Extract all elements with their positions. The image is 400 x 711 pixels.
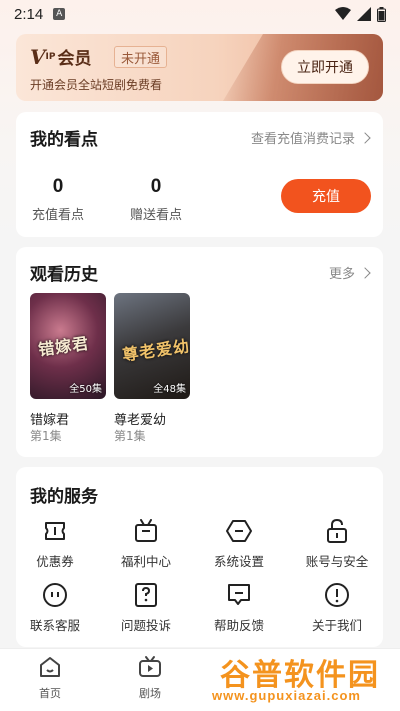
service-welfare[interactable]: 福利中心 (101, 517, 191, 570)
service-settings[interactable]: 系统设置 (194, 517, 284, 570)
points-title: 我的看点 (30, 130, 98, 150)
service-about-us[interactable]: 关于我们 (292, 581, 382, 634)
services-card: 我的服务 优惠券 福利中心 系统设置 账号与安全 联系客服 问题投诉 帮助反馈 … (16, 467, 383, 647)
battery-icon (377, 6, 386, 22)
watermark-url: www.gupuxiazai.com (212, 688, 361, 703)
notification-badge: A (53, 8, 66, 20)
tab-label: 首页 (39, 687, 61, 700)
history-title: 观看历史 (30, 265, 98, 285)
service-label: 帮助反馈 (213, 618, 264, 633)
vip-logo-ip: IP (45, 51, 56, 62)
vip-subtitle: 开通会员全站短剧免费看 (30, 78, 163, 92)
gift-box-icon (132, 517, 160, 545)
status-time: 2:14 (14, 5, 44, 23)
points-card: 我的看点 查看充值消费记录 0 充值看点 0 赠送看点 充值 (16, 112, 383, 237)
recharge-history-label: 查看充值消费记录 (250, 132, 355, 147)
poster-title: 尊老爱幼 (121, 336, 190, 365)
vip-logo-text: 会员 (57, 49, 92, 69)
history-show-name[interactable]: 尊老爱幼 (114, 409, 166, 428)
gift-points-value: 0 (150, 176, 162, 197)
lock-icon (323, 517, 351, 545)
vip-membership-card[interactable]: V IP 会员 未开通 开通会员全站短剧免费看 立即开通 (16, 34, 383, 101)
service-complaint[interactable]: 问题投诉 (101, 581, 191, 634)
watermark-overlay: 谷普软件园 www.gupuxiazai.com (206, 648, 400, 711)
service-label: 系统设置 (213, 554, 264, 569)
service-account-security[interactable]: 账号与安全 (292, 517, 382, 570)
history-show-progress: 第1集 (114, 429, 146, 443)
info-icon (323, 581, 351, 609)
episode-count: 全50集 (69, 384, 102, 395)
signal-icon (357, 7, 371, 21)
poster-title: 错嫁君 (37, 333, 91, 360)
feedback-icon (225, 581, 253, 609)
service-label: 账号与安全 (305, 554, 369, 569)
service-label: 问题投诉 (120, 618, 171, 633)
services-title: 我的服务 (30, 487, 98, 507)
tv-icon (139, 656, 161, 677)
service-feedback[interactable]: 帮助反馈 (194, 581, 284, 634)
gift-points: 0 赠送看点 (128, 176, 184, 223)
question-icon (132, 581, 160, 609)
chat-icon (41, 581, 69, 609)
history-poster[interactable]: 尊老爱幼 全48集 (114, 293, 190, 399)
status-icons (335, 6, 386, 22)
watch-history-card: 观看历史 更多 错嫁君 全50集 错嫁君 第1集 尊老爱幼 全48集 尊老爱幼 … (16, 247, 383, 457)
vip-logo: V IP 会员 (30, 44, 92, 70)
service-label: 福利中心 (120, 554, 171, 569)
gift-points-label: 赠送看点 (129, 208, 182, 223)
service-label: 优惠券 (36, 554, 74, 569)
chevron-right-icon (359, 266, 371, 279)
home-icon (40, 657, 60, 677)
hexagon-settings-icon (225, 517, 253, 545)
recharge-points-label: 充值看点 (31, 208, 84, 223)
recharge-points: 0 充值看点 (30, 176, 86, 223)
tab-home[interactable]: 首页 (20, 655, 80, 701)
vip-logo-v: V (30, 44, 46, 69)
recharge-points-value: 0 (52, 176, 64, 197)
service-label: 联系客服 (29, 618, 80, 633)
tab-label: 剧场 (139, 687, 161, 700)
status-bar: 2:14 A (0, 0, 400, 28)
recharge-history-link[interactable]: 查看充值消费记录 (250, 128, 371, 147)
history-more-link[interactable]: 更多 (328, 263, 371, 282)
episode-count: 全48集 (153, 384, 186, 395)
service-coupon[interactable]: 优惠券 (10, 517, 100, 570)
recharge-button[interactable]: 充值 (281, 179, 371, 213)
service-contact-support[interactable]: 联系客服 (10, 581, 100, 634)
vip-status-tag: 未开通 (114, 46, 168, 68)
history-show-progress: 第1集 (30, 429, 62, 443)
tab-theater[interactable]: 剧场 (120, 655, 180, 701)
service-label: 关于我们 (311, 618, 362, 633)
chevron-right-icon (359, 131, 371, 144)
open-vip-button[interactable]: 立即开通 (281, 50, 369, 84)
history-more-label: 更多 (328, 267, 355, 282)
ticket-icon (41, 517, 69, 545)
wifi-icon (335, 7, 351, 20)
history-poster[interactable]: 错嫁君 全50集 (30, 293, 106, 399)
history-show-name[interactable]: 错嫁君 (30, 409, 69, 428)
